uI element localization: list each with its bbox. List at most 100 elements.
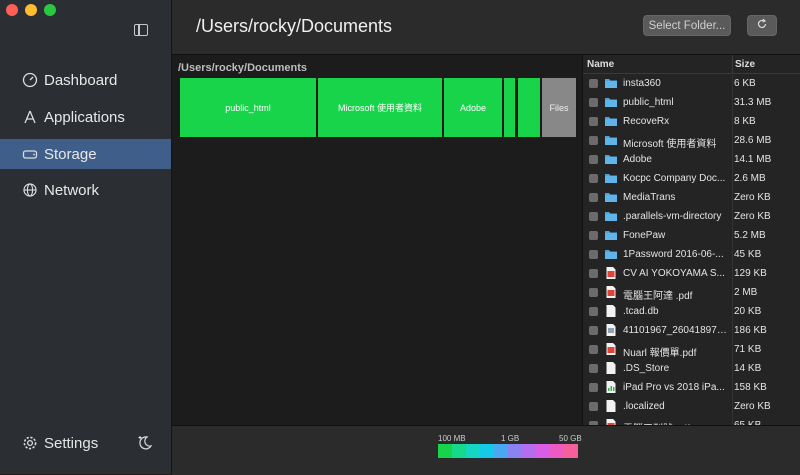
settings-button[interactable]: Settings [0,430,171,456]
file-size: 28.6 MB [734,135,772,146]
file-name: FonePaw [623,230,666,241]
treemap-block-small-1[interactable] [504,78,515,137]
folder-icon [604,114,618,128]
file-size: Zero KB [734,401,771,412]
table-row[interactable]: .localized Zero KB [583,397,800,416]
row-checkbox[interactable] [589,136,598,145]
column-divider [732,55,733,73]
minimize-window-button[interactable] [25,4,37,16]
row-checkbox[interactable] [589,288,598,297]
footer: 100 MB 1 GB 50 GB [172,425,800,475]
row-checkbox[interactable] [589,269,598,278]
row-checkbox[interactable] [589,231,598,240]
select-folder-button[interactable]: Select Folder... [643,15,731,36]
column-header-name[interactable]: Name [587,59,614,70]
table-row[interactable]: Kocpc Company Doc... 2.6 MB [583,169,800,188]
table-row[interactable]: MediaTrans Zero KB [583,188,800,207]
sidebar-item-label: Dashboard [44,71,118,89]
applications-icon [22,109,38,125]
globe-icon [22,182,38,198]
row-checkbox[interactable] [589,402,598,411]
close-window-button[interactable] [6,4,18,16]
row-checkbox[interactable] [589,174,598,183]
row-checkbox[interactable] [589,98,598,107]
table-row[interactable]: insta360 6 KB [583,74,800,93]
table-row[interactable]: .DS_Store 14 KB [583,359,800,378]
file-size: 158 KB [734,382,767,393]
row-checkbox[interactable] [589,79,598,88]
pdf-file-icon [604,418,618,425]
row-checkbox[interactable] [589,250,598,259]
table-row[interactable]: Adobe 14.1 MB [583,150,800,169]
table-row[interactable]: .tcad.db 20 KB [583,302,800,321]
table-row[interactable]: 電腦王阿達 .pdf 2 MB [583,283,800,302]
doc-file-icon [604,399,618,413]
sidebar-toggle-icon[interactable] [134,24,148,36]
legend-swatch [564,444,578,458]
table-row[interactable]: .parallels-vm-directory Zero KB [583,207,800,226]
treemap-block-public-html[interactable]: public_html [180,78,316,137]
legend-swatch [466,444,480,458]
row-checkbox[interactable] [589,345,598,354]
file-size: 20 KB [734,306,762,317]
row-checkbox[interactable] [589,212,598,221]
file-size: 5.2 MB [734,230,766,241]
table-row[interactable]: RecoveRx 8 KB [583,112,800,131]
table-row[interactable]: FonePaw 5.2 MB [583,226,800,245]
file-size: Zero KB [734,211,771,222]
row-checkbox[interactable] [589,155,598,164]
header: /Users/rocky/Documents Select Folder... [172,0,800,55]
treemap-block-microsoft[interactable]: Microsoft 使用者資料 [318,78,442,137]
file-size: 2 MB [734,287,758,298]
table-row[interactable]: CV AI YOKOYAMA S... 129 KB [583,264,800,283]
gear-icon [22,435,38,451]
treemap-block-small-2[interactable] [518,78,540,137]
sidebar-item-storage[interactable]: Storage [0,139,171,169]
table-row[interactable]: Nuarl 報價單.pdf 71 KB [583,340,800,359]
folder-icon [604,190,618,204]
drive-icon [22,146,38,162]
row-checkbox[interactable] [589,193,598,202]
file-size: 14 KB [734,363,762,374]
legend-swatch [494,444,508,458]
maximize-window-button[interactable] [44,4,56,16]
sidebar-item-applications[interactable]: Applications [0,102,171,132]
sidebar-item-network[interactable]: Network [0,175,171,205]
table-row[interactable]: Microsoft 使用者資料 28.6 MB [583,131,800,150]
pdf-file-icon [604,342,618,356]
refresh-button[interactable] [747,15,777,36]
legend-swatch [438,444,452,458]
treemap-block-adobe[interactable]: Adobe [444,78,502,137]
row-checkbox[interactable] [589,383,598,392]
table-row[interactable]: public_html 31.3 MB [583,93,800,112]
folder-icon [604,171,618,185]
file-size: 8 KB [734,116,756,127]
file-size: 129 KB [734,268,767,279]
sidebar: Dashboard Applications Storage Network S… [0,0,172,474]
row-checkbox[interactable] [589,307,598,316]
refresh-icon [756,18,768,33]
theme-toggle-icon[interactable] [136,434,154,452]
file-name: Nuarl 報價單.pdf [623,348,697,359]
pdf-file-icon [604,285,618,299]
row-checkbox[interactable] [589,117,598,126]
legend-label: 100 MB [438,434,466,443]
treemap-block-files[interactable]: Files [542,78,576,137]
file-name: 電腦王阿達 .pdf [623,291,693,302]
legend-swatch [508,444,522,458]
table-row[interactable]: 1Password 2016-06-... 45 KB [583,245,800,264]
folder-icon [604,209,618,223]
column-header-size[interactable]: Size [735,59,755,70]
file-name: public_html [623,97,674,108]
legend-swatch [480,444,494,458]
file-size: 45 KB [734,249,762,260]
sidebar-item-label: Applications [44,108,125,126]
file-size: Zero KB [734,192,771,203]
sidebar-item-label: Storage [44,145,97,163]
row-checkbox[interactable] [589,326,598,335]
row-checkbox[interactable] [589,364,598,373]
table-row[interactable]: 41101967_260418971... 186 KB [583,321,800,340]
sidebar-item-dashboard[interactable]: Dashboard [0,65,171,95]
table-row[interactable]: 電腦王刊號.pdf65 KB [583,416,800,425]
table-row[interactable]: iPad Pro vs 2018 iPa... 158 KB [583,378,800,397]
